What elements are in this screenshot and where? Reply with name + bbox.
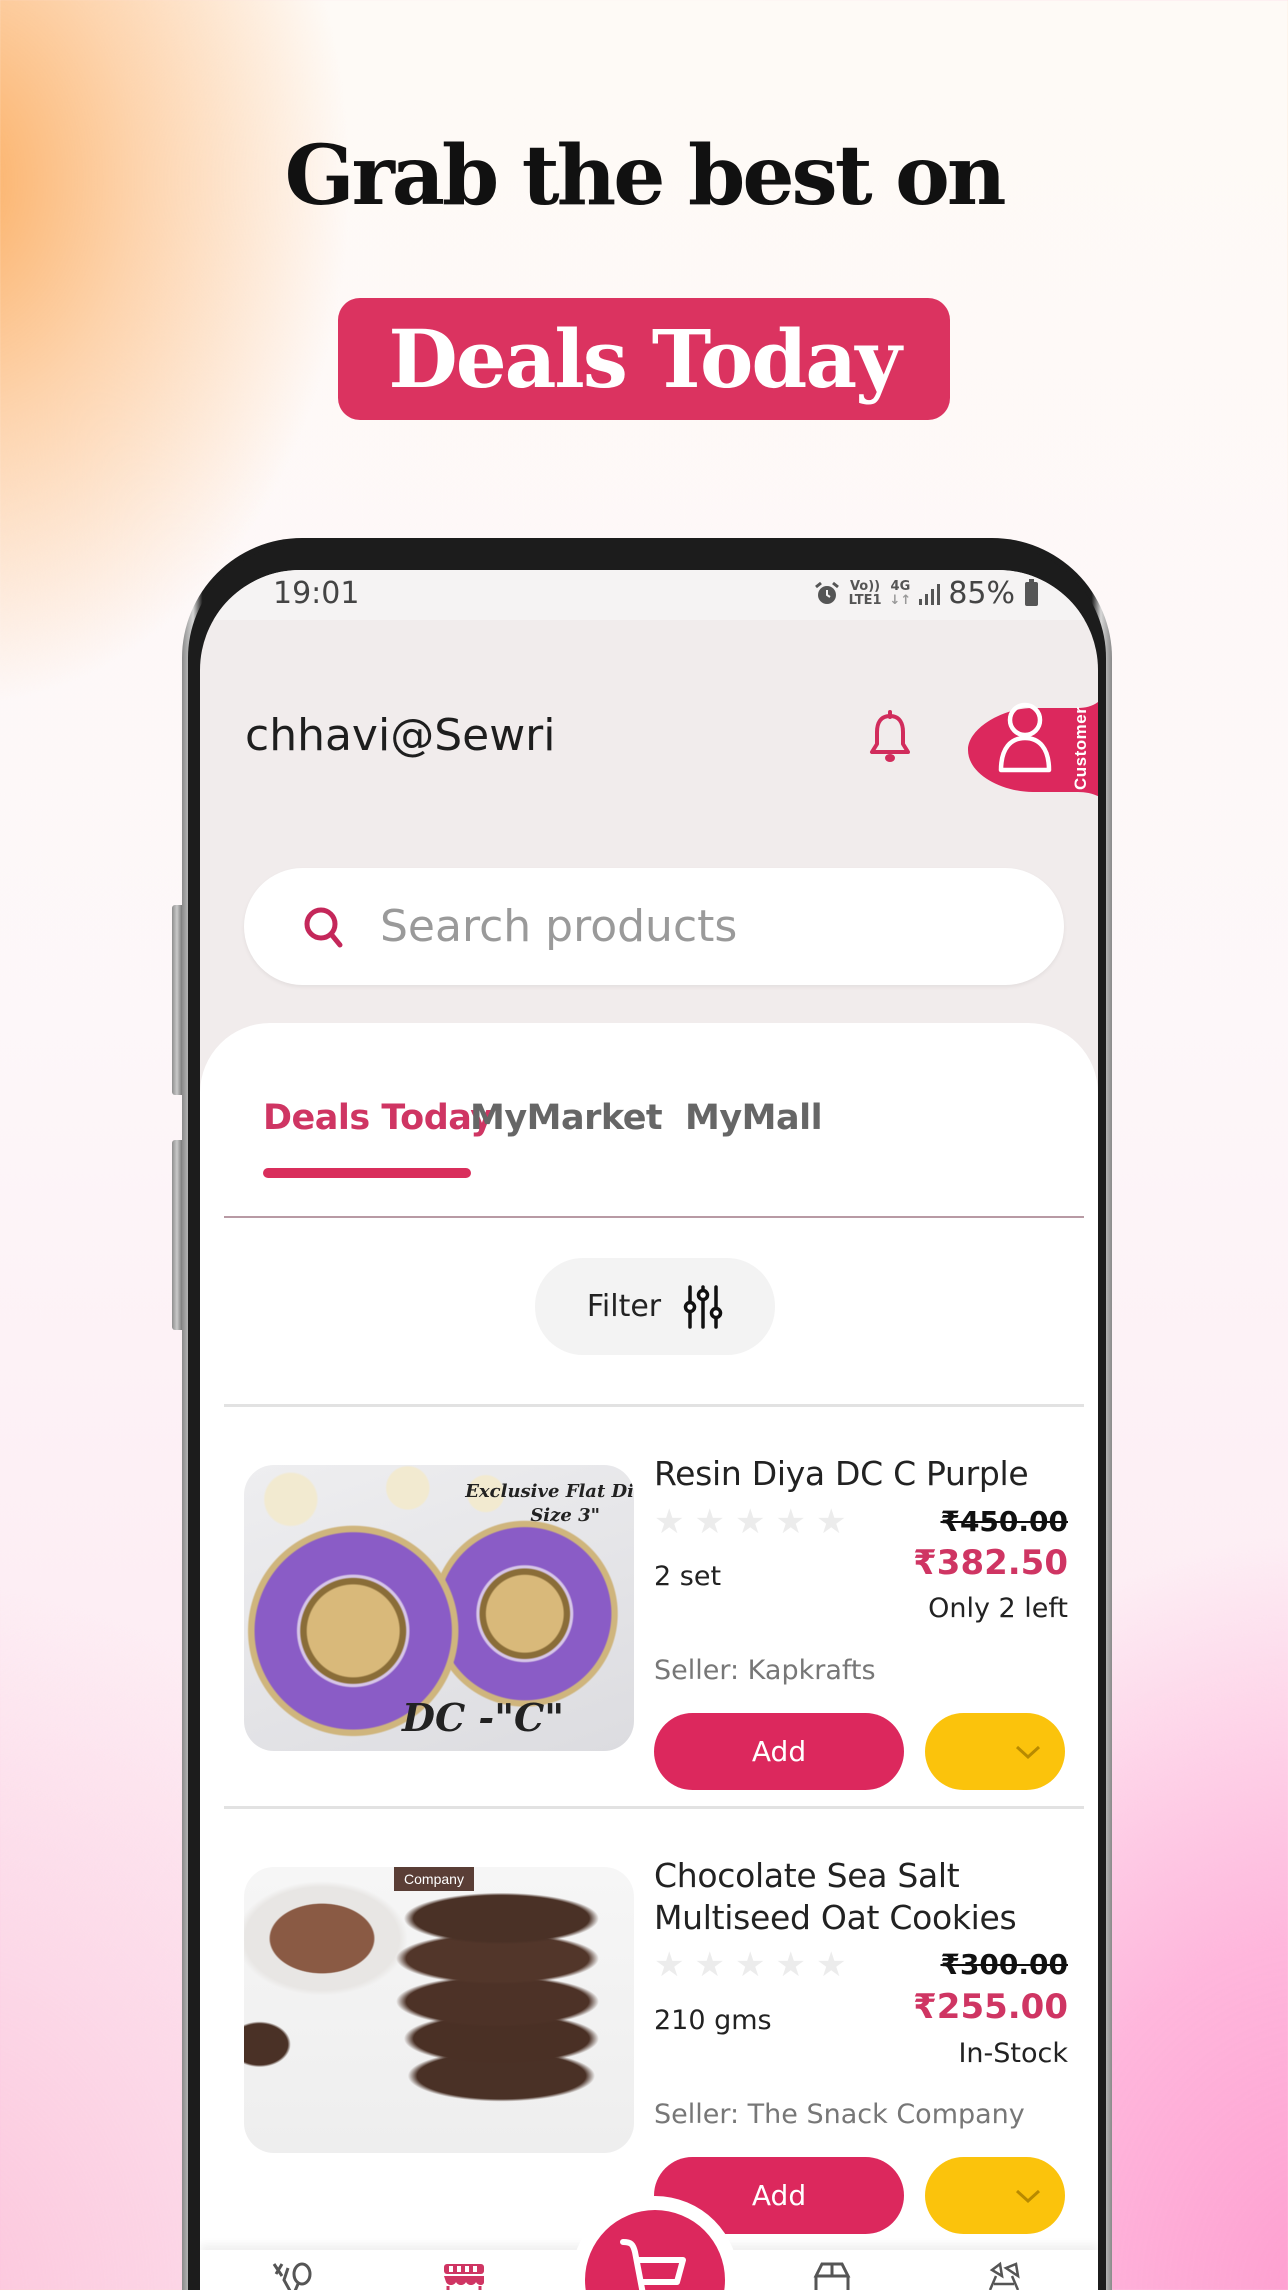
star-icon: ★ <box>734 1503 766 1541</box>
status-time: 19:01 <box>273 576 360 611</box>
product-seller[interactable]: Seller: The Snack Company <box>654 2099 1025 2130</box>
add-to-cart-button[interactable]: Add <box>654 1713 904 1790</box>
filter-button[interactable]: Filter <box>535 1258 775 1355</box>
lte-label: LTE1 <box>848 592 882 608</box>
stock-status: Only 2 left <box>928 1593 1068 1624</box>
variant-dropdown[interactable] <box>925 2157 1065 2234</box>
food-icon[interactable] <box>268 2260 316 2290</box>
battery-icon <box>1025 578 1038 606</box>
product-title-line-1: Chocolate Sea Salt <box>654 1856 960 1895</box>
star-icon: ★ <box>694 1946 725 1984</box>
image-caption-size: Size 3" <box>530 1505 600 1526</box>
star-icon: ★ <box>815 1946 847 1984</box>
cookies-photo: Company <box>244 1867 634 2153</box>
tab-mymarket[interactable]: MyMarket <box>470 1098 663 1138</box>
username: chhavi@Sewri <box>245 710 556 761</box>
star-icon: ★ <box>654 1503 685 1541</box>
promo-badge: Deals Today <box>338 298 950 420</box>
sliders-icon <box>683 1284 723 1329</box>
volte-label: Vo)) <box>849 578 881 594</box>
product-seller[interactable]: Seller: Kapkrafts <box>654 1655 876 1686</box>
stock-status: In-Stock <box>958 2038 1068 2069</box>
tab-deals-today[interactable]: Deals Today <box>263 1098 493 1138</box>
variant-dropdown[interactable] <box>925 1713 1065 1790</box>
cart-icon <box>620 2239 686 2290</box>
user-avatar-icon[interactable] <box>995 698 1055 778</box>
active-tab-indicator <box>263 1168 471 1178</box>
product-image[interactable]: Company <box>244 1867 634 2153</box>
product-mrp: ₹300.00 <box>940 1948 1068 1981</box>
product-title-line-2: Multiseed Oat Cookies <box>654 1898 1017 1937</box>
status-icons: Vo)) LTE1 4G ↓↑ 85% <box>813 576 1038 611</box>
battery-percent: 85% <box>948 576 1015 611</box>
product-quantity: 210 gms <box>654 2005 772 2036</box>
search-input[interactable] <box>380 901 980 952</box>
star-icon: ★ <box>815 1503 847 1541</box>
chevron-down-icon <box>1015 2189 1041 2203</box>
bell-icon[interactable] <box>865 710 915 766</box>
rating-stars: ★ ★ ★ ★ ★ <box>654 1948 846 1982</box>
tabs-divider <box>224 1216 1084 1218</box>
star-icon: ★ <box>734 1946 766 1984</box>
tab-mymall[interactable]: MyMall <box>685 1098 823 1138</box>
product-price: ₹255.00 <box>913 1987 1068 2027</box>
search-bar[interactable] <box>244 868 1064 985</box>
search-icon <box>304 907 343 947</box>
phone-power-button <box>172 1140 182 1330</box>
star-icon: ★ <box>775 1946 806 1984</box>
mall-icon[interactable] <box>808 2260 856 2290</box>
product-price: ₹382.50 <box>913 1543 1068 1583</box>
customer-role-label: Customer <box>1071 706 1090 790</box>
star-icon: ★ <box>694 1503 725 1541</box>
phone-volume-button <box>172 905 182 1095</box>
content-panel: Deals Today MyMarket MyMall Filter Exclu… <box>200 1023 1098 2290</box>
volte-indicator: Vo)) LTE1 <box>848 578 882 608</box>
rating-stars: ★ ★ ★ ★ ★ <box>654 1505 846 1539</box>
data-arrows-icon: ↓↑ <box>889 592 912 608</box>
product-image[interactable]: Exclusive Flat Di Size 3" DC -"C" <box>244 1465 634 1751</box>
gift-icon[interactable] <box>980 2260 1028 2290</box>
product-title[interactable]: Resin Diya DC C Purple <box>654 1453 1074 1495</box>
diya-photo: Exclusive Flat Di Size 3" DC -"C" <box>244 1465 634 1751</box>
filter-label: Filter <box>586 1289 662 1324</box>
status-bar: 19:01 Vo)) LTE1 4G ↓↑ 85% <box>200 570 1098 620</box>
network-indicator: 4G ↓↑ <box>889 578 912 608</box>
product-card[interactable]: Company Chocolate Sea Salt Multiseed Oat… <box>200 1845 1098 2265</box>
star-icon: ★ <box>775 1503 806 1541</box>
network-label: 4G <box>890 578 911 594</box>
image-tag: Company <box>394 1867 474 1891</box>
chevron-down-icon <box>1015 1745 1041 1759</box>
product-title[interactable]: Chocolate Sea Salt Multiseed Oat Cookies <box>654 1855 1074 1939</box>
image-caption-bottom: DC -"C" <box>402 1695 565 1740</box>
market-stall-icon[interactable] <box>440 2260 488 2290</box>
product-quantity: 2 set <box>654 1561 722 1592</box>
signal-icon <box>919 583 941 605</box>
image-caption-top: Exclusive Flat Di <box>465 1481 634 1502</box>
product-divider <box>224 1806 1084 1809</box>
filter-divider <box>224 1404 1084 1407</box>
product-card[interactable]: Exclusive Flat Di Size 3" DC -"C" Resin … <box>200 1443 1098 1823</box>
product-mrp: ₹450.00 <box>940 1505 1068 1538</box>
promo-headline: Grab the best on <box>284 128 1007 224</box>
alarm-icon <box>814 581 839 604</box>
phone-screen: 19:01 Vo)) LTE1 4G ↓↑ 85% chhavi@Sewri C… <box>200 570 1098 2290</box>
star-icon: ★ <box>654 1946 685 1984</box>
